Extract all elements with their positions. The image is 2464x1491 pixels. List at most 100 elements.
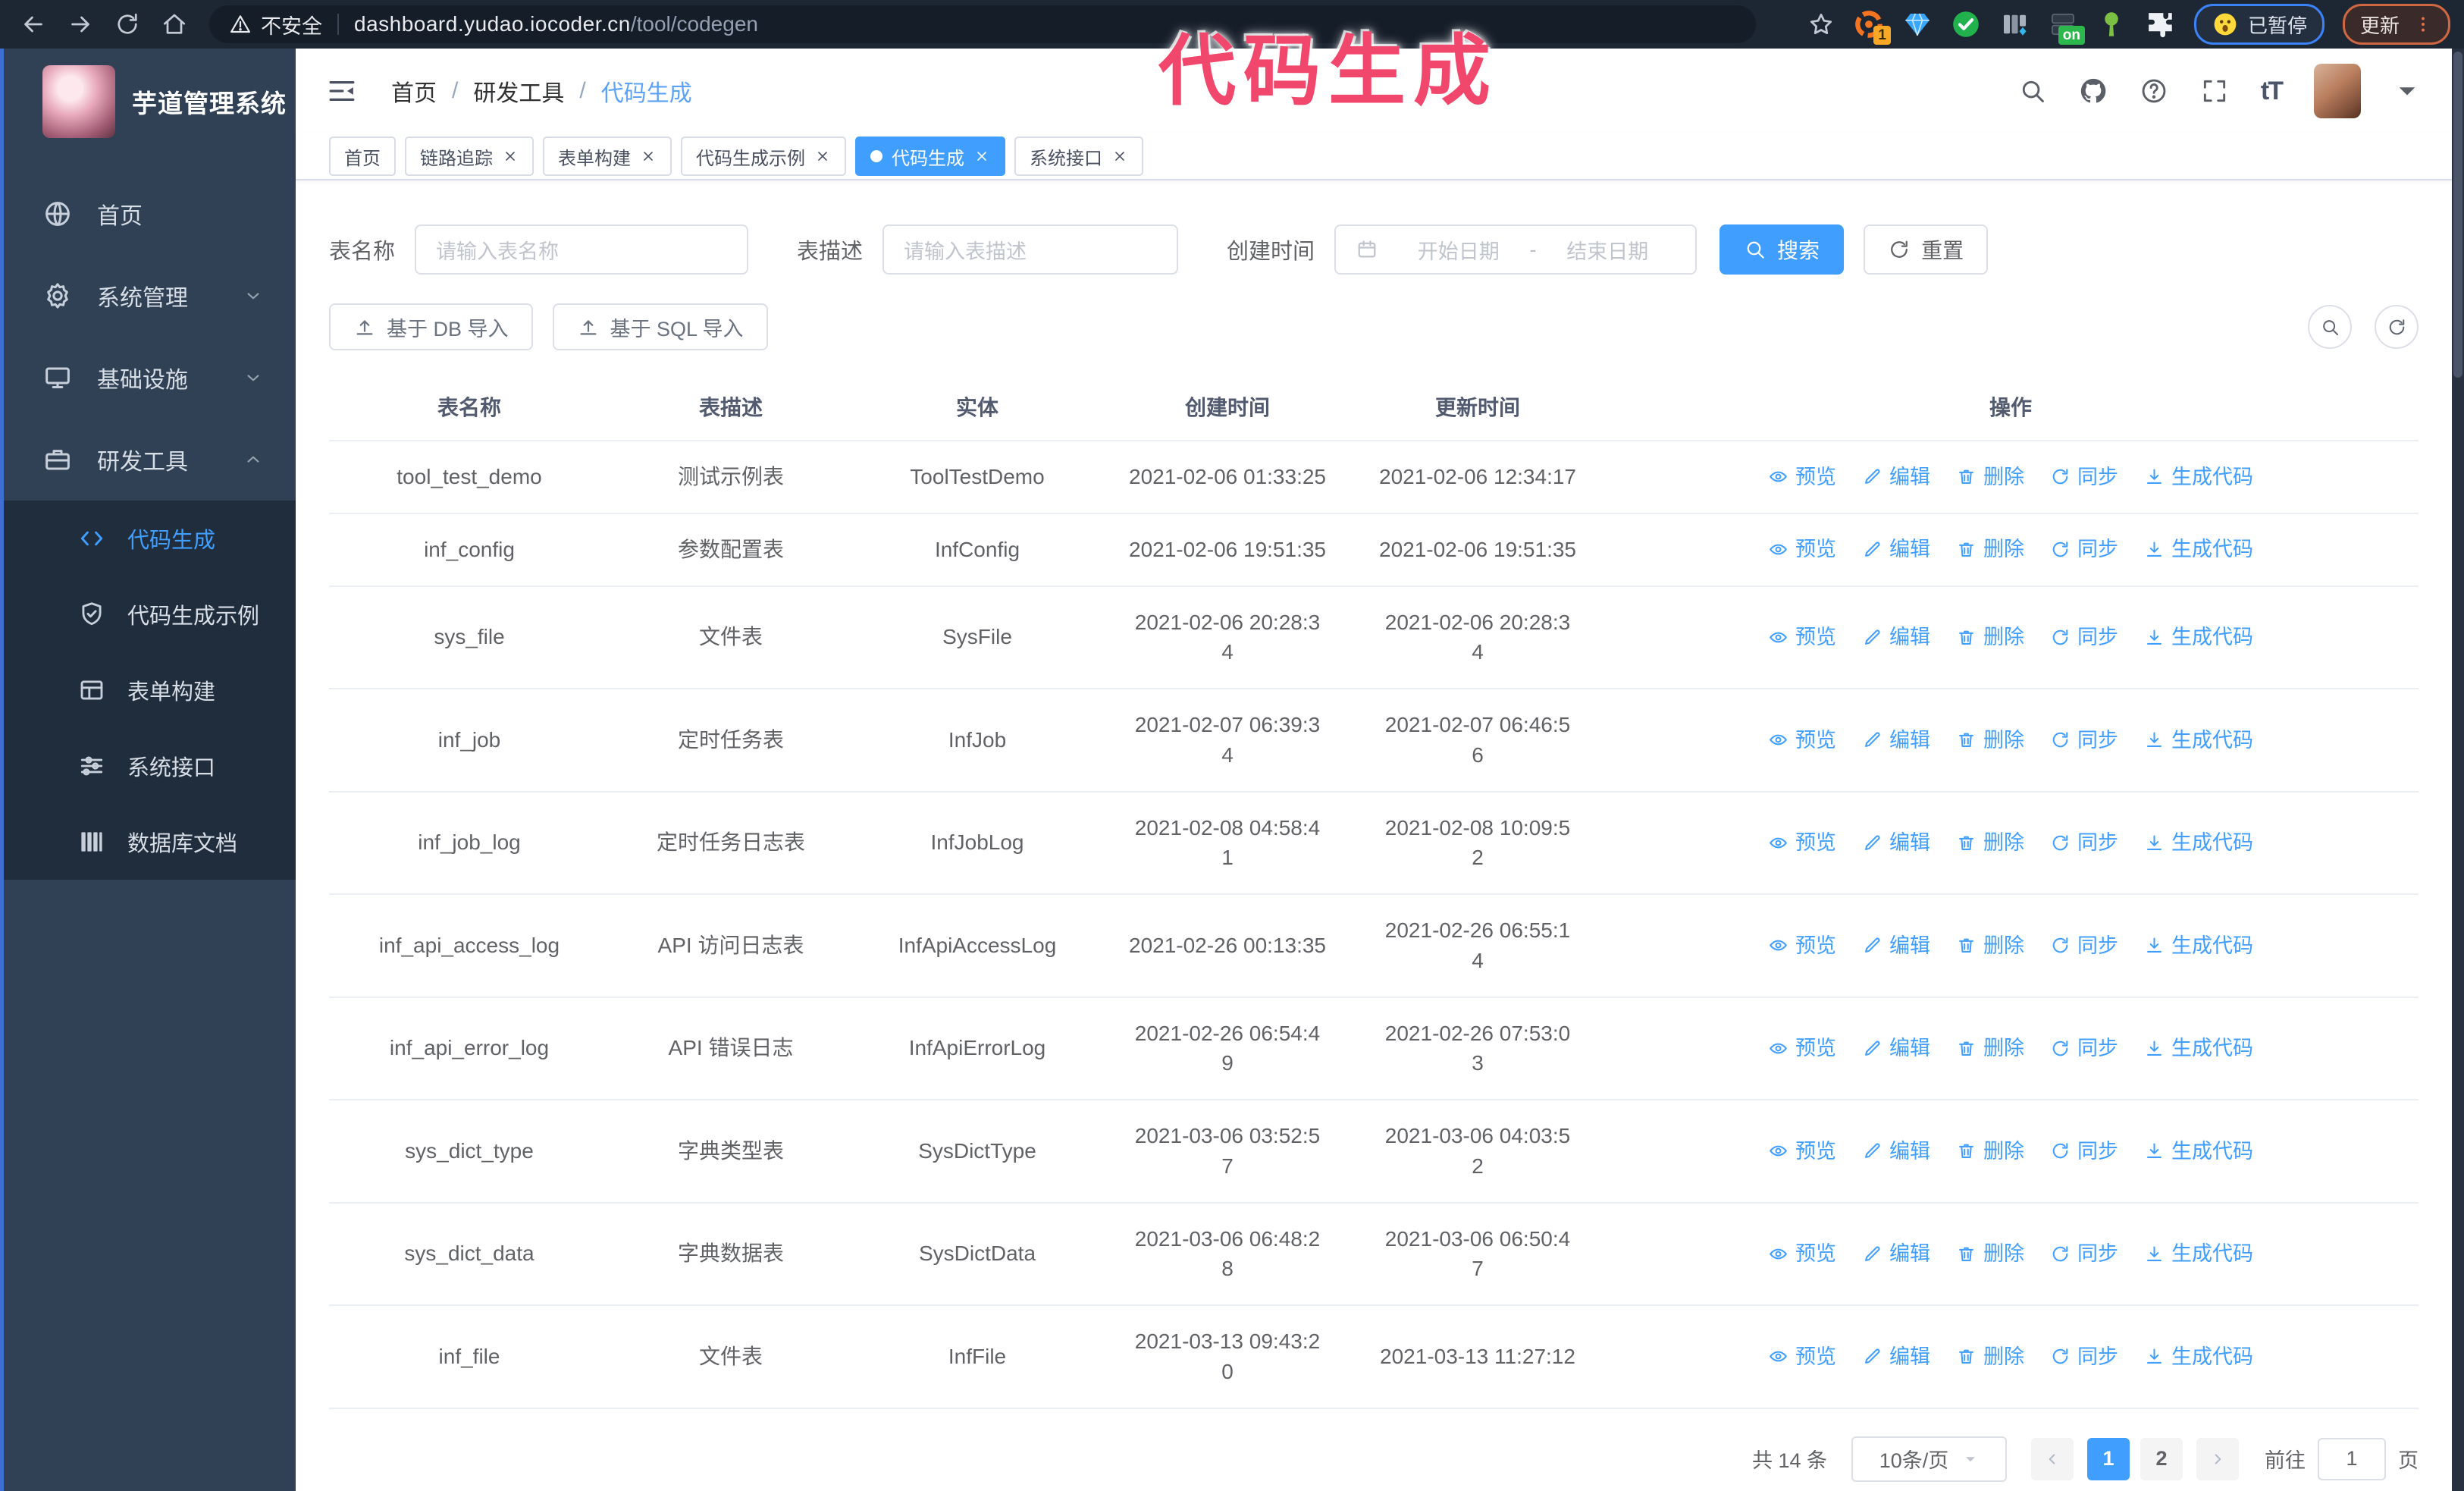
action-edit[interactable]: 编辑 [1862, 535, 1930, 563]
sidebar-item-system[interactable]: 系统管理 [0, 255, 296, 337]
page-button-1[interactable]: 1 [2087, 1437, 2130, 1480]
action-preview[interactable]: 预览 [1768, 1034, 1836, 1063]
action-edit[interactable]: 编辑 [1862, 1034, 1930, 1063]
sidebar-subitem-codegen[interactable]: 代码生成 [0, 501, 296, 576]
sidebar-subitem-form-build[interactable]: 表单构建 [0, 652, 296, 728]
action-generate[interactable]: 生成代码 [2144, 726, 2253, 755]
browser-scrollbar[interactable] [2452, 49, 2464, 1491]
action-generate[interactable]: 生成代码 [2144, 535, 2253, 563]
sidebar-subitem-codegen-demo[interactable]: 代码生成示例 [0, 576, 296, 652]
table-desc-input[interactable]: 请输入表描述 [882, 224, 1179, 275]
sidebar-item-dev-tools[interactable]: 研发工具 [0, 419, 296, 501]
check-circle-icon[interactable] [1950, 8, 1982, 40]
page-button-2[interactable]: 2 [2140, 1437, 2183, 1480]
action-delete[interactable]: 删除 [1956, 623, 2024, 651]
action-preview[interactable]: 预览 [1768, 931, 1836, 960]
search-button[interactable]: 搜索 [1719, 224, 1845, 275]
ext-orange-icon[interactable]: 1 [1853, 8, 1891, 45]
gem-icon[interactable] [1901, 8, 1933, 40]
bookmark-star-icon[interactable] [1807, 11, 1835, 38]
breadcrumb-devtools[interactable]: 研发工具 [473, 74, 564, 108]
table-name-input[interactable]: 请输入表名称 [415, 224, 749, 275]
sidebar-item-home[interactable]: 首页 [0, 173, 296, 255]
action-sync[interactable]: 同步 [2050, 1137, 2118, 1166]
tab-表单构建[interactable]: 表单构建 [543, 137, 672, 176]
update-button[interactable]: 更新 [2342, 4, 2450, 45]
profile-paused-pill[interactable]: 已暂停 [2193, 4, 2324, 45]
action-sync[interactable]: 同步 [2050, 1342, 2118, 1371]
sidebar-subitem-db-doc[interactable]: 数据库文档 [0, 804, 296, 880]
action-sync[interactable]: 同步 [2050, 1239, 2118, 1268]
action-edit[interactable]: 编辑 [1862, 1137, 1930, 1166]
action-delete[interactable]: 删除 [1956, 1239, 2024, 1268]
close-icon[interactable] [1111, 148, 1128, 165]
action-sync[interactable]: 同步 [2050, 931, 2118, 960]
action-delete[interactable]: 删除 [1956, 1342, 2024, 1371]
action-delete[interactable]: 删除 [1956, 726, 2024, 755]
action-delete[interactable]: 删除 [1956, 535, 2024, 563]
sliders-ext-icon[interactable] [1998, 8, 2030, 40]
sidebar-subitem-system-api[interactable]: 系统接口 [0, 728, 296, 804]
action-delete[interactable]: 删除 [1956, 1137, 2024, 1166]
action-edit[interactable]: 编辑 [1862, 463, 1930, 491]
action-preview[interactable]: 预览 [1768, 535, 1836, 563]
action-sync[interactable]: 同步 [2050, 726, 2118, 755]
action-sync[interactable]: 同步 [2050, 463, 2118, 491]
import-db-button[interactable]: 基于 DB 导入 [329, 303, 533, 350]
tab-系统接口[interactable]: 系统接口 [1014, 137, 1143, 176]
reload-icon[interactable] [114, 11, 141, 38]
dark-ext-icon[interactable]: on [2047, 8, 2085, 45]
action-generate[interactable]: 生成代码 [2144, 828, 2253, 857]
close-icon[interactable] [973, 148, 990, 165]
tab-代码生成示例[interactable]: 代码生成示例 [681, 137, 846, 176]
search-icon[interactable] [2018, 77, 2047, 105]
action-generate[interactable]: 生成代码 [2144, 1342, 2253, 1371]
action-edit[interactable]: 编辑 [1862, 828, 1930, 857]
action-generate[interactable]: 生成代码 [2144, 931, 2253, 960]
tab-代码生成[interactable]: 代码生成 [855, 137, 1005, 176]
back-icon[interactable] [20, 11, 47, 38]
action-generate[interactable]: 生成代码 [2144, 623, 2253, 651]
avatar-caret-icon[interactable] [2393, 77, 2422, 105]
scrollbar-thumb[interactable] [2453, 52, 2462, 378]
green-key-icon[interactable] [2096, 8, 2127, 40]
home-icon[interactable] [161, 11, 188, 38]
fullscreen-icon[interactable] [2200, 77, 2229, 105]
action-delete[interactable]: 删除 [1956, 1034, 2024, 1063]
close-icon[interactable] [502, 148, 519, 165]
forward-icon[interactable] [67, 11, 94, 38]
action-sync[interactable]: 同步 [2050, 535, 2118, 563]
action-sync[interactable]: 同步 [2050, 1034, 2118, 1063]
action-edit[interactable]: 编辑 [1862, 931, 1930, 960]
action-generate[interactable]: 生成代码 [2144, 1239, 2253, 1268]
refresh-table-button[interactable] [2375, 305, 2419, 349]
sidebar-item-infra[interactable]: 基础设施 [0, 337, 296, 419]
action-edit[interactable]: 编辑 [1862, 1342, 1930, 1371]
page-size-select[interactable]: 10条/页 [1851, 1436, 2007, 1482]
action-generate[interactable]: 生成代码 [2144, 463, 2253, 491]
browser-menu-icon[interactable] [2413, 13, 2433, 36]
sidebar-collapse-icon[interactable] [326, 75, 358, 107]
tab-首页[interactable]: 首页 [329, 137, 396, 176]
action-preview[interactable]: 预览 [1768, 1342, 1836, 1371]
action-preview[interactable]: 预览 [1768, 828, 1836, 857]
reset-button[interactable]: 重置 [1864, 224, 1989, 275]
action-preview[interactable]: 预览 [1768, 1239, 1836, 1268]
toggle-search-button[interactable] [2308, 305, 2352, 349]
help-icon[interactable] [2140, 77, 2168, 105]
address-bar[interactable]: 不安全 dashboard.yudao.iocoder.cn /tool/cod… [209, 5, 1756, 43]
action-preview[interactable]: 预览 [1768, 623, 1836, 651]
github-icon[interactable] [2079, 77, 2108, 105]
date-range-input[interactable]: 开始日期 - 结束日期 [1334, 224, 1698, 275]
action-delete[interactable]: 删除 [1956, 828, 2024, 857]
security-warning-icon[interactable] [229, 13, 252, 36]
action-preview[interactable]: 预览 [1768, 463, 1836, 491]
action-edit[interactable]: 编辑 [1862, 726, 1930, 755]
puzzle-icon[interactable] [2144, 8, 2176, 40]
action-edit[interactable]: 编辑 [1862, 1239, 1930, 1268]
sidebar-logo-row[interactable]: 芋道管理系统 [0, 49, 296, 153]
action-sync[interactable]: 同步 [2050, 623, 2118, 651]
import-sql-button[interactable]: 基于 SQL 导入 [552, 303, 768, 350]
user-avatar[interactable] [2314, 64, 2361, 118]
action-preview[interactable]: 预览 [1768, 726, 1836, 755]
